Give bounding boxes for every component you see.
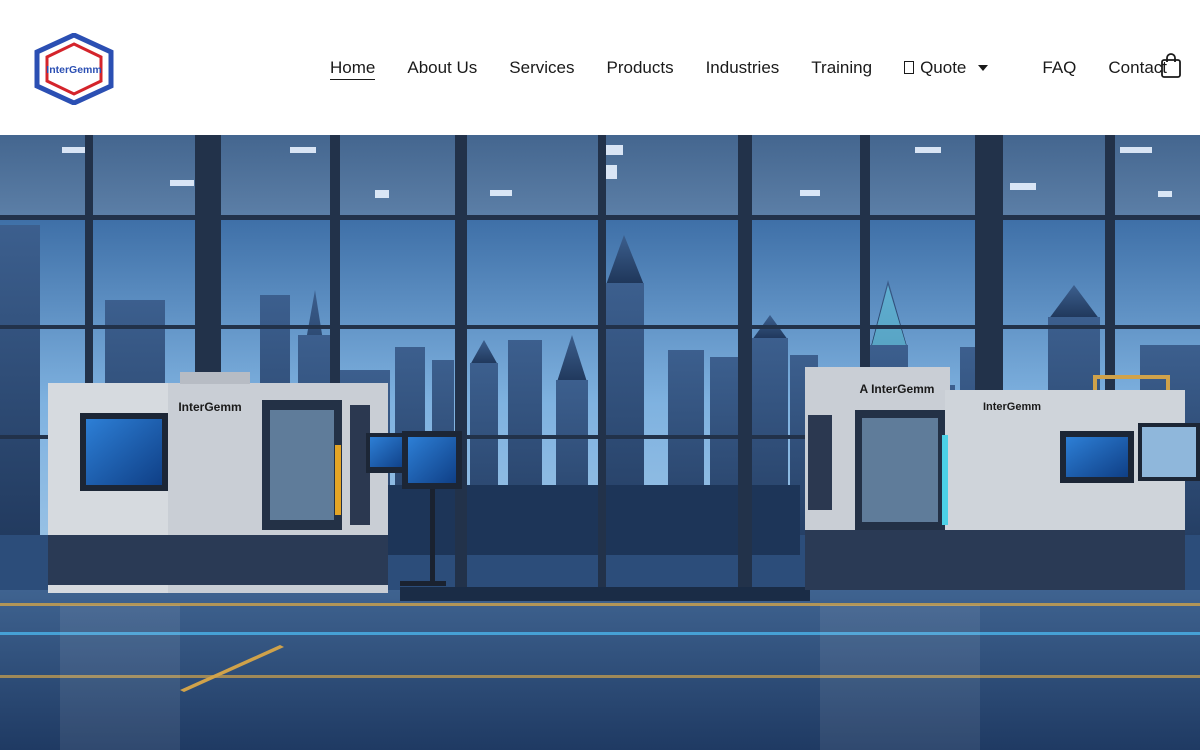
nav-training-label: Training (811, 57, 873, 77)
factory-skyline-image: InterGemm A InterGemm InterGemm (0, 135, 1200, 750)
nav-industries-label: Industries (705, 57, 780, 77)
shopping-bag-icon[interactable] (1160, 53, 1182, 79)
machine-right-brand: A InterGemm (860, 382, 935, 396)
nav-about-us[interactable]: About Us (391, 56, 493, 80)
nav-faq[interactable]: FAQ (1026, 56, 1092, 80)
brand-logo[interactable]: InterGemm (34, 32, 114, 106)
logo-hexagon-icon: InterGemm (34, 32, 114, 106)
chevron-down-icon[interactable] (978, 64, 989, 71)
nav-services-label: Services (509, 57, 575, 77)
quote-icon (904, 61, 915, 74)
nav-home[interactable]: Home (314, 56, 391, 80)
nav-services[interactable]: Services (493, 56, 590, 80)
hero-banner: InterGemm A InterGemm InterGemm (0, 135, 1200, 750)
machine-right-label: InterGemm (983, 401, 1041, 413)
nav-training[interactable]: Training (795, 56, 888, 80)
nav-home-label: Home (330, 57, 376, 77)
nav-about-us-label: About Us (407, 57, 478, 77)
main-nav: Home About Us Services Products Industri… (314, 0, 1183, 135)
nav-quote-dropdown[interactable]: Quote (888, 56, 1026, 80)
nav-faq-label: FAQ (1042, 57, 1077, 77)
nav-products[interactable]: Products (590, 56, 689, 80)
logo-text: InterGemm (46, 64, 101, 76)
site-header: InterGemm Home About Us Services Product… (0, 0, 1200, 135)
nav-contact-label: Contact (1108, 57, 1167, 77)
nav-quote-label: Quote (920, 57, 967, 77)
nav-products-label: Products (606, 57, 674, 77)
nav-industries[interactable]: Industries (690, 56, 796, 80)
machine-left-label: InterGemm (178, 400, 241, 414)
